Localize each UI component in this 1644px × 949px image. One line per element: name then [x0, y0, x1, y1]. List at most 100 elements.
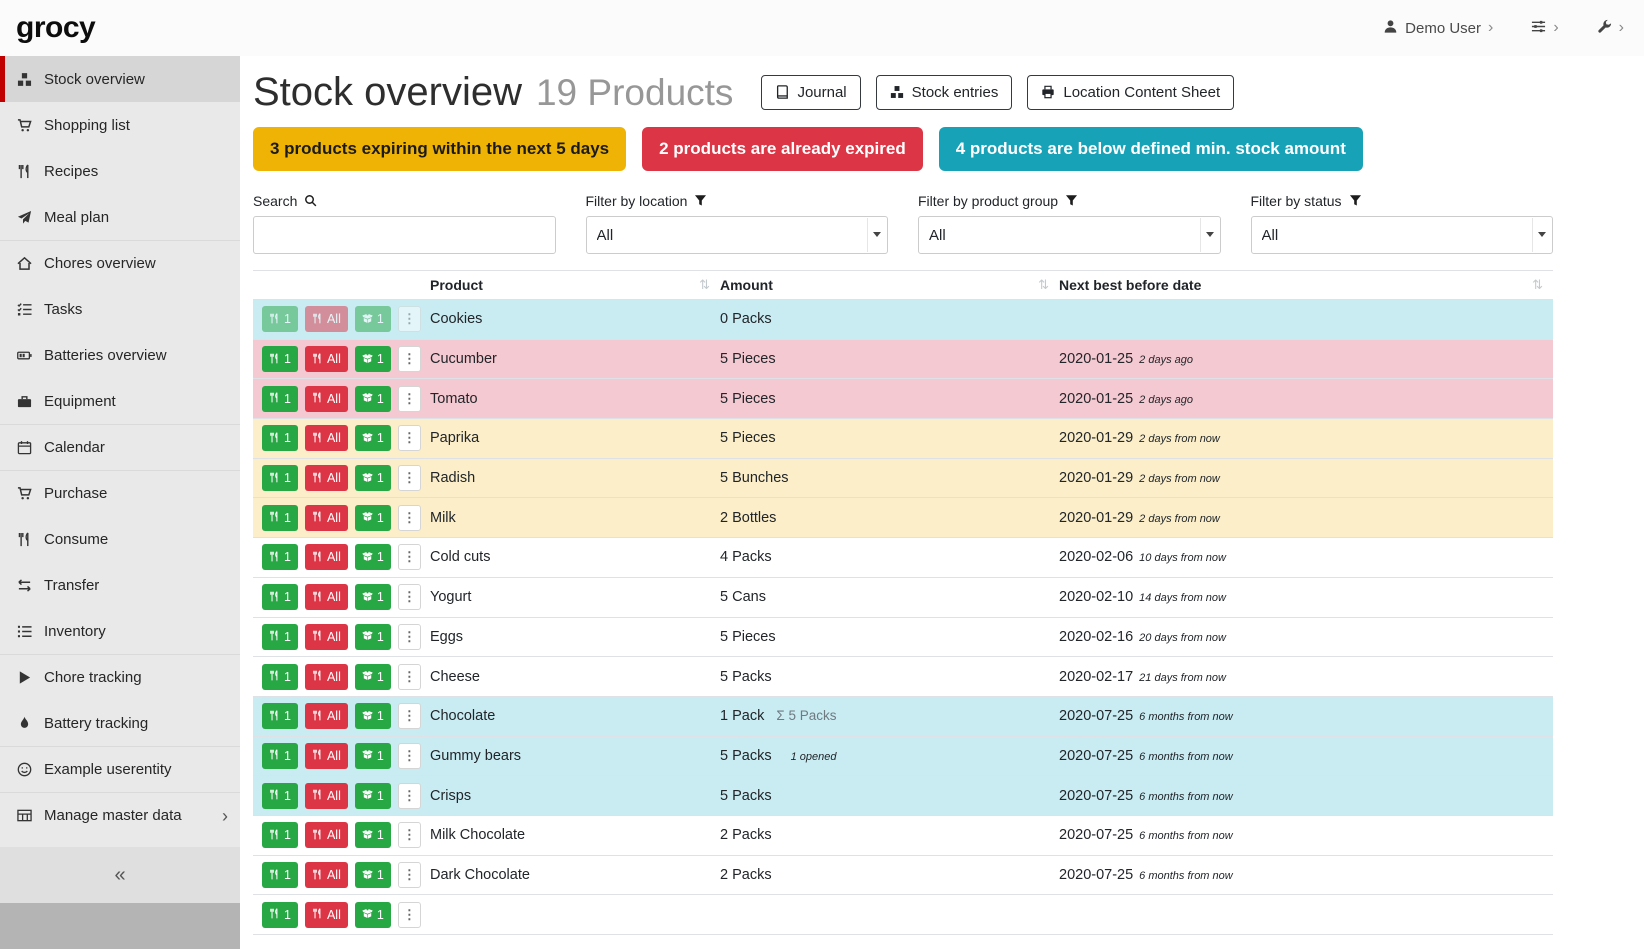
sidebar-item-chore-tracking[interactable]: Chore tracking — [0, 654, 240, 700]
open-one-button[interactable]: 1 — [355, 902, 391, 928]
admin-menu[interactable]: › — [1597, 19, 1624, 37]
sidebar-item-batteries-overview[interactable]: Batteries overview — [0, 332, 240, 378]
row-menu-button[interactable]: ⋮ — [398, 902, 421, 928]
sidebar-item-purchase[interactable]: Purchase — [0, 470, 240, 516]
consume-all-button[interactable]: All — [305, 822, 348, 848]
open-one-button[interactable]: 1 — [355, 425, 391, 451]
consume-one-button[interactable]: 1 — [262, 624, 298, 650]
row-menu-button[interactable]: ⋮ — [398, 346, 421, 372]
open-one-button[interactable]: 1 — [355, 544, 391, 570]
row-menu-button[interactable]: ⋮ — [398, 386, 421, 412]
consume-one-button[interactable]: 1 — [262, 862, 298, 888]
consume-one-button[interactable]: 1 — [262, 902, 298, 928]
consume-all-button[interactable]: All — [305, 624, 348, 650]
consume-one-button[interactable]: 1 — [262, 703, 298, 729]
row-menu-button[interactable]: ⋮ — [398, 862, 421, 888]
settings-menu[interactable]: › — [1531, 19, 1558, 37]
row-menu-button[interactable]: ⋮ — [398, 465, 421, 491]
sidebar-item-calendar[interactable]: Calendar — [0, 424, 240, 470]
expiring-alert[interactable]: 3 products expiring within the next 5 da… — [253, 127, 626, 171]
open-one-button[interactable]: 1 — [355, 624, 391, 650]
below-min-stock-alert[interactable]: 4 products are below defined min. stock … — [939, 127, 1363, 171]
open-one-button[interactable]: 1 — [355, 822, 391, 848]
row-menu-button[interactable]: ⋮ — [398, 743, 421, 769]
row-menu-button[interactable]: ⋮ — [398, 822, 421, 848]
consume-all-button[interactable]: All — [305, 584, 348, 610]
consume-one-button[interactable]: 1 — [262, 783, 298, 809]
sidebar-item-inventory[interactable]: Inventory — [0, 608, 240, 654]
consume-one-button[interactable]: 1 — [262, 465, 298, 491]
open-one-button[interactable]: 1 — [355, 505, 391, 531]
consume-one-button[interactable]: 1 — [262, 743, 298, 769]
consume-one-button[interactable]: 1 — [262, 544, 298, 570]
row-menu-button[interactable]: ⋮ — [398, 624, 421, 650]
sidebar-collapse-button[interactable]: « — [0, 847, 240, 903]
consume-all-button[interactable]: All — [305, 465, 348, 491]
consume-one-button[interactable]: 1 — [262, 386, 298, 412]
stock-entries-button[interactable]: Stock entries — [876, 75, 1013, 110]
open-one-button[interactable]: 1 — [355, 386, 391, 412]
open-one-button[interactable]: 1 — [355, 584, 391, 610]
sidebar-item-tasks[interactable]: Tasks — [0, 286, 240, 332]
consume-one-button[interactable]: 1 — [262, 822, 298, 848]
consume-one-button[interactable]: 1 — [262, 505, 298, 531]
open-one-button[interactable]: 1 — [355, 306, 391, 332]
product-amount: 5 Pieces — [720, 629, 1059, 645]
row-menu-button[interactable]: ⋮ — [398, 306, 421, 332]
open-one-button[interactable]: 1 — [355, 703, 391, 729]
consume-all-button[interactable]: All — [305, 703, 348, 729]
sidebar-item-meal-plan[interactable]: Meal plan — [0, 194, 240, 240]
status-filter-select[interactable]: All — [1251, 216, 1554, 254]
sidebar-item-consume[interactable]: Consume — [0, 516, 240, 562]
consume-one-button[interactable]: 1 — [262, 425, 298, 451]
open-one-button[interactable]: 1 — [355, 346, 391, 372]
sidebar-item-transfer[interactable]: Transfer — [0, 562, 240, 608]
consume-one-button[interactable]: 1 — [262, 584, 298, 610]
user-menu[interactable]: Demo User › — [1383, 19, 1493, 37]
row-menu-button[interactable]: ⋮ — [398, 584, 421, 610]
sidebar-item-stock-overview[interactable]: Stock overview — [0, 56, 240, 102]
product-group-filter-select[interactable]: All — [918, 216, 1221, 254]
open-one-button[interactable]: 1 — [355, 664, 391, 690]
column-header-amount[interactable]: Amount ⇅ — [720, 277, 1059, 293]
open-one-button[interactable]: 1 — [355, 465, 391, 491]
sidebar-item-example-userentity[interactable]: Example userentity — [0, 746, 240, 792]
consume-all-button[interactable]: All — [305, 346, 348, 372]
consume-all-button[interactable]: All — [305, 425, 348, 451]
open-one-button[interactable]: 1 — [355, 743, 391, 769]
journal-button[interactable]: Journal — [761, 75, 860, 110]
consume-all-button[interactable]: All — [305, 664, 348, 690]
row-menu-button[interactable]: ⋮ — [398, 664, 421, 690]
sidebar-item-shopping-list[interactable]: Shopping list — [0, 102, 240, 148]
open-one-button[interactable]: 1 — [355, 783, 391, 809]
consume-all-button[interactable]: All — [305, 306, 348, 332]
open-one-button[interactable]: 1 — [355, 862, 391, 888]
row-menu-button[interactable]: ⋮ — [398, 425, 421, 451]
consume-all-button[interactable]: All — [305, 386, 348, 412]
consume-all-button[interactable]: All — [305, 743, 348, 769]
consume-all-button[interactable]: All — [305, 902, 348, 928]
sidebar-item-manage-master-data[interactable]: Manage master data › — [0, 792, 240, 838]
column-header-best-before[interactable]: Next best before date ⇅ — [1059, 277, 1553, 293]
consume-one-label: 1 — [284, 749, 291, 763]
location-content-sheet-button[interactable]: Location Content Sheet — [1027, 75, 1234, 110]
consume-all-button[interactable]: All — [305, 544, 348, 570]
row-menu-button[interactable]: ⋮ — [398, 505, 421, 531]
consume-one-button[interactable]: 1 — [262, 346, 298, 372]
consume-all-button[interactable]: All — [305, 862, 348, 888]
sidebar-item-chores-overview[interactable]: Chores overview — [0, 240, 240, 286]
consume-one-button[interactable]: 1 — [262, 664, 298, 690]
consume-all-button[interactable]: All — [305, 783, 348, 809]
search-input[interactable] — [253, 216, 556, 254]
row-menu-button[interactable]: ⋮ — [398, 783, 421, 809]
consume-all-button[interactable]: All — [305, 505, 348, 531]
location-filter-select[interactable]: All — [586, 216, 889, 254]
row-menu-button[interactable]: ⋮ — [398, 703, 421, 729]
sidebar-item-recipes[interactable]: Recipes — [0, 148, 240, 194]
row-menu-button[interactable]: ⋮ — [398, 544, 421, 570]
sidebar-item-equipment[interactable]: Equipment — [0, 378, 240, 424]
consume-one-button[interactable]: 1 — [262, 306, 298, 332]
column-header-product[interactable]: Product ⇅ — [430, 277, 720, 293]
expired-alert[interactable]: 2 products are already expired — [642, 127, 923, 171]
sidebar-item-battery-tracking[interactable]: Battery tracking — [0, 700, 240, 746]
